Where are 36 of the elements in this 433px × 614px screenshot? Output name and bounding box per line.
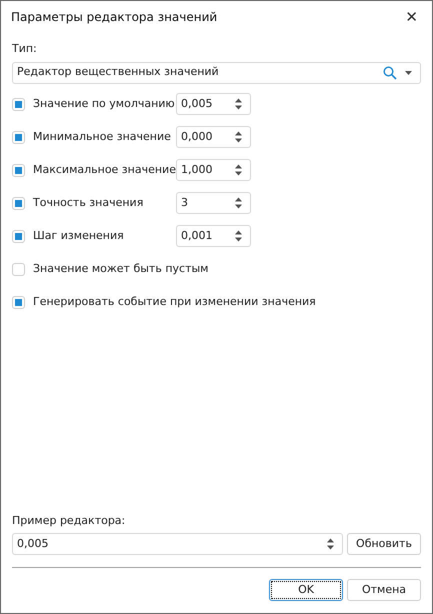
spinner-arrows-icon[interactable] xyxy=(327,538,334,550)
refresh-button[interactable]: Обновить xyxy=(347,533,421,555)
ok-button[interactable]: OK xyxy=(269,579,343,601)
option-label: Точность значения xyxy=(33,194,144,211)
spin-field[interactable]: 0,005 xyxy=(176,93,251,115)
checkbox[interactable] xyxy=(12,196,25,210)
checkbox[interactable] xyxy=(12,164,25,176)
option-label: Шаг изменения xyxy=(33,228,125,244)
checkbox[interactable] xyxy=(12,262,25,276)
option-label: Значение по умолчанию xyxy=(33,96,176,112)
preview-spin-field[interactable]: 0,005 xyxy=(12,533,343,555)
cancel-button[interactable]: Отмена xyxy=(347,579,421,601)
spinner-arrows-icon[interactable] xyxy=(235,197,242,209)
spin-field[interactable]: 0,001 xyxy=(176,225,251,247)
spinner-arrows-icon[interactable] xyxy=(235,131,242,143)
spinner-arrows-icon[interactable] xyxy=(235,98,242,110)
option-label: Генерировать событие при изменении значения xyxy=(33,294,316,310)
type-dropdown[interactable]: Редактор вещественных значений xyxy=(12,62,421,84)
window-title: Параметры редактора значений xyxy=(11,9,218,26)
checkbox[interactable] xyxy=(12,230,25,242)
close-button[interactable]: ✕ xyxy=(401,10,422,24)
search-icon[interactable] xyxy=(383,66,397,80)
option-label: Минимальное значение xyxy=(33,128,172,145)
checkbox[interactable] xyxy=(12,98,25,110)
spinner-arrows-icon[interactable] xyxy=(235,230,242,242)
spin-field[interactable]: 1,000 xyxy=(176,159,251,181)
checkbox[interactable] xyxy=(12,296,25,308)
spinner-arrows-icon[interactable] xyxy=(235,164,242,176)
checkbox[interactable] xyxy=(12,130,25,144)
option-label: Максимальное значение xyxy=(33,162,176,178)
spin-field[interactable]: 0,000 xyxy=(176,126,251,148)
spin-field[interactable]: 3 xyxy=(176,192,251,214)
preview-label: Пример редактора: xyxy=(12,512,126,528)
caret-icon[interactable] xyxy=(405,70,412,74)
type-label: Тип: xyxy=(12,41,38,57)
option-label: Значение может быть пустым xyxy=(33,260,208,277)
